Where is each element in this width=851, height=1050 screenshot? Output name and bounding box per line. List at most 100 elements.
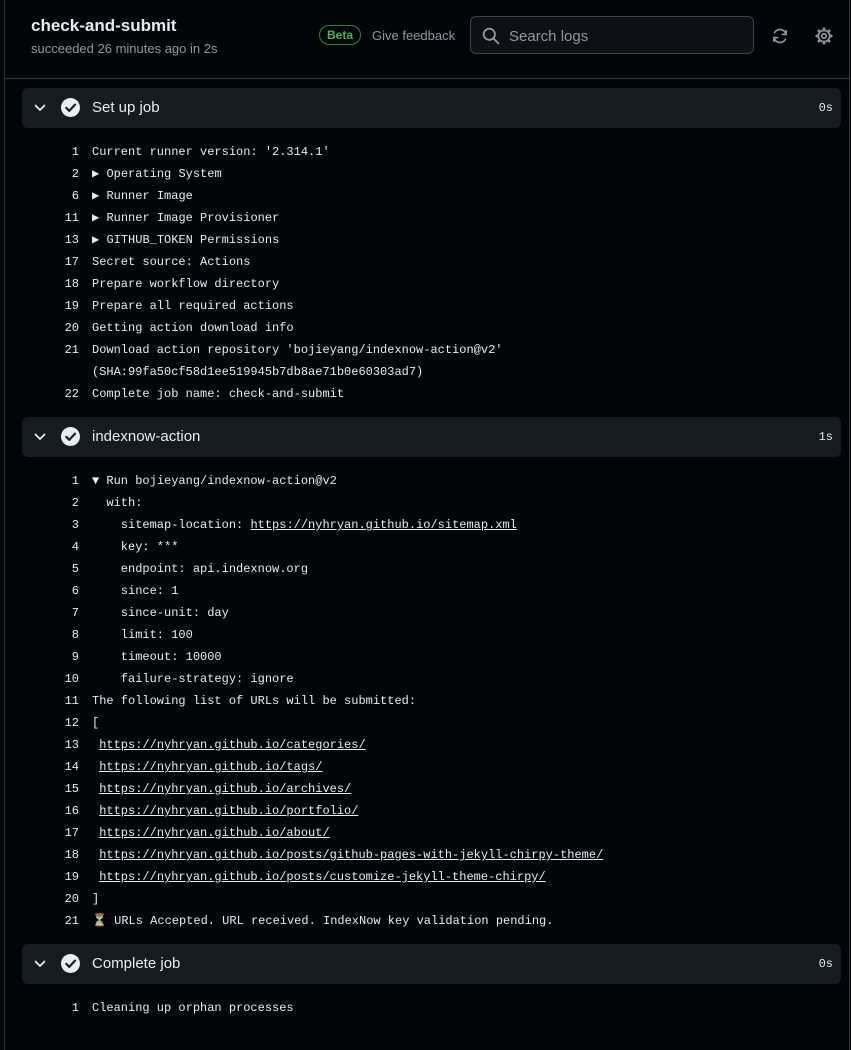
line-number[interactable]: 3: [22, 514, 79, 536]
triangle-down-icon[interactable]: ▼: [92, 474, 106, 488]
line-text: with:: [92, 496, 143, 510]
log-url-link[interactable]: https://nyhryan.github.io/archives/: [99, 782, 351, 796]
triangle-right-icon[interactable]: ▶: [92, 211, 106, 225]
line-number[interactable]: 17: [22, 251, 79, 273]
step-header[interactable]: indexnow-action 1s: [22, 417, 841, 457]
line-number[interactable]: 14: [22, 756, 79, 778]
step-header[interactable]: Set up job 0s: [22, 88, 841, 128]
job-title: check-and-submit: [31, 16, 177, 35]
line-number[interactable]: 11: [22, 207, 79, 229]
log-line: 2 with:: [22, 492, 841, 514]
log-url-link[interactable]: https://nyhryan.github.io/about/: [99, 826, 329, 840]
line-number[interactable]: 21: [22, 339, 79, 361]
line-content: with:: [92, 492, 142, 514]
triangle-right-icon[interactable]: ▶: [92, 189, 106, 203]
gear-icon[interactable]: [815, 27, 833, 45]
log-url-link[interactable]: https://nyhryan.github.io/posts/customiz…: [99, 870, 545, 884]
line-number[interactable]: 18: [22, 273, 79, 295]
log-line: 1 Cleaning up orphan processes: [22, 997, 841, 1019]
line-text: since: 1: [92, 584, 179, 598]
line-number[interactable]: 16: [22, 800, 79, 822]
line-text: Run bojieyang/indexnow-action@v2: [106, 474, 337, 488]
step-header[interactable]: Complete job 0s: [22, 944, 841, 984]
line-number[interactable]: 1: [22, 470, 79, 492]
step-duration: 0s: [818, 957, 833, 971]
line-text: Getting action download info: [92, 321, 294, 335]
line-number[interactable]: 6: [22, 185, 79, 207]
line-content: sitemap-location: https://nyhryan.github…: [92, 514, 517, 536]
log-url-link[interactable]: https://nyhryan.github.io/portfolio/: [99, 804, 358, 818]
line-number[interactable]: 1: [22, 997, 79, 1019]
line-number[interactable]: 20: [22, 888, 79, 910]
line-number[interactable]: 12: [22, 712, 79, 734]
search-icon: [482, 27, 500, 45]
check-circle-icon: [61, 427, 80, 446]
line-number[interactable]: 10: [22, 668, 79, 690]
line-number[interactable]: 9: [22, 646, 79, 668]
line-content: Prepare all required actions: [92, 295, 294, 317]
log-line: 7 since-unit: day: [22, 602, 841, 624]
line-number[interactable]: 17: [22, 822, 79, 844]
line-content: ⏳ URLs Accepted. URL received. IndexNow …: [92, 910, 553, 932]
line-text: since-unit: day: [92, 606, 229, 620]
step-section: indexnow-action 1s 1 ▼ Run bojieyang/indexn…: [22, 417, 841, 944]
log-line: 13 ▶ GITHUB_TOKEN Permissions: [22, 229, 841, 251]
line-text: Complete job name: check-and-submit: [92, 387, 345, 401]
line-text: Operating System: [106, 167, 222, 181]
line-number[interactable]: 13: [22, 229, 79, 251]
triangle-right-icon[interactable]: ▶: [92, 167, 106, 181]
line-number[interactable]: 21: [22, 910, 79, 932]
log-line: 1 Current runner version: '2.314.1': [22, 141, 841, 163]
triangle-right-icon[interactable]: ▶: [92, 233, 106, 247]
log-line: 10 failure-strategy: ignore: [22, 668, 841, 690]
job-header: check-and-submit succeeded 26 minutes ag…: [5, 0, 849, 79]
line-number[interactable]: 19: [22, 866, 79, 888]
line-number[interactable]: 7: [22, 602, 79, 624]
line-number[interactable]: 13: [22, 734, 79, 756]
line-number[interactable]: 1: [22, 141, 79, 163]
line-text: key: ***: [92, 540, 179, 554]
line-content: https://nyhryan.github.io/portfolio/: [92, 800, 358, 822]
log-url-link[interactable]: https://nyhryan.github.io/sitemap.xml: [250, 518, 516, 532]
line-number[interactable]: 8: [22, 624, 79, 646]
line-text: failure-strategy: ignore: [92, 672, 294, 686]
search-logs-input[interactable]: [507, 17, 747, 55]
line-number[interactable]: 2: [22, 492, 79, 514]
line-content: https://nyhryan.github.io/posts/customiz…: [92, 866, 545, 888]
line-number[interactable]: 6: [22, 580, 79, 602]
line-text: timeout: 10000: [92, 650, 222, 664]
line-text: The following list of URLs will be submi…: [92, 694, 417, 708]
log-line: 9 timeout: 10000: [22, 646, 841, 668]
log-line: 5 endpoint: api.indexnow.org: [22, 558, 841, 580]
line-number[interactable]: 5: [22, 558, 79, 580]
log-line: 6 ▶ Runner Image: [22, 185, 841, 207]
line-number[interactable]: 19: [22, 295, 79, 317]
line-content: failure-strategy: ignore: [92, 668, 294, 690]
line-content: limit: 100: [92, 624, 193, 646]
step-log: 1 Current runner version: '2.314.1' 2 ▶ Ope…: [22, 128, 841, 417]
line-number[interactable]: 4: [22, 536, 79, 558]
log-url-link[interactable]: https://nyhryan.github.io/categories/: [99, 738, 365, 752]
log-url-link[interactable]: https://nyhryan.github.io/posts/github-p…: [99, 848, 603, 862]
steps-list: Set up job 0s 1 Current runner version: '2.…: [22, 88, 841, 1031]
line-number[interactable]: 2: [22, 163, 79, 185]
line-text: Secret source: Actions: [92, 255, 251, 269]
beta-badge: Beta: [319, 25, 362, 45]
line-number[interactable]: 15: [22, 778, 79, 800]
chevron-down-icon: [34, 960, 46, 967]
line-number[interactable]: 11: [22, 690, 79, 712]
line-content: https://nyhryan.github.io/about/: [92, 822, 329, 844]
log-url-link[interactable]: https://nyhryan.github.io/tags/: [99, 760, 322, 774]
line-content: Complete job name: check-and-submit: [92, 383, 344, 405]
line-number[interactable]: 20: [22, 317, 79, 339]
job-log-panel: check-and-submit succeeded 26 minutes ag…: [4, 0, 850, 1050]
check-circle-icon: [61, 98, 80, 117]
line-number[interactable]: 18: [22, 844, 79, 866]
line-number[interactable]: 22: [22, 383, 79, 405]
line-content: The following list of URLs will be submi…: [92, 690, 416, 712]
search-logs-field[interactable]: [470, 16, 754, 55]
log-line: 17 https://nyhryan.github.io/about/: [22, 822, 841, 844]
give-feedback-link[interactable]: Give feedback: [372, 28, 455, 43]
refresh-icon[interactable]: [771, 27, 789, 45]
chevron-down-icon: [34, 104, 46, 111]
